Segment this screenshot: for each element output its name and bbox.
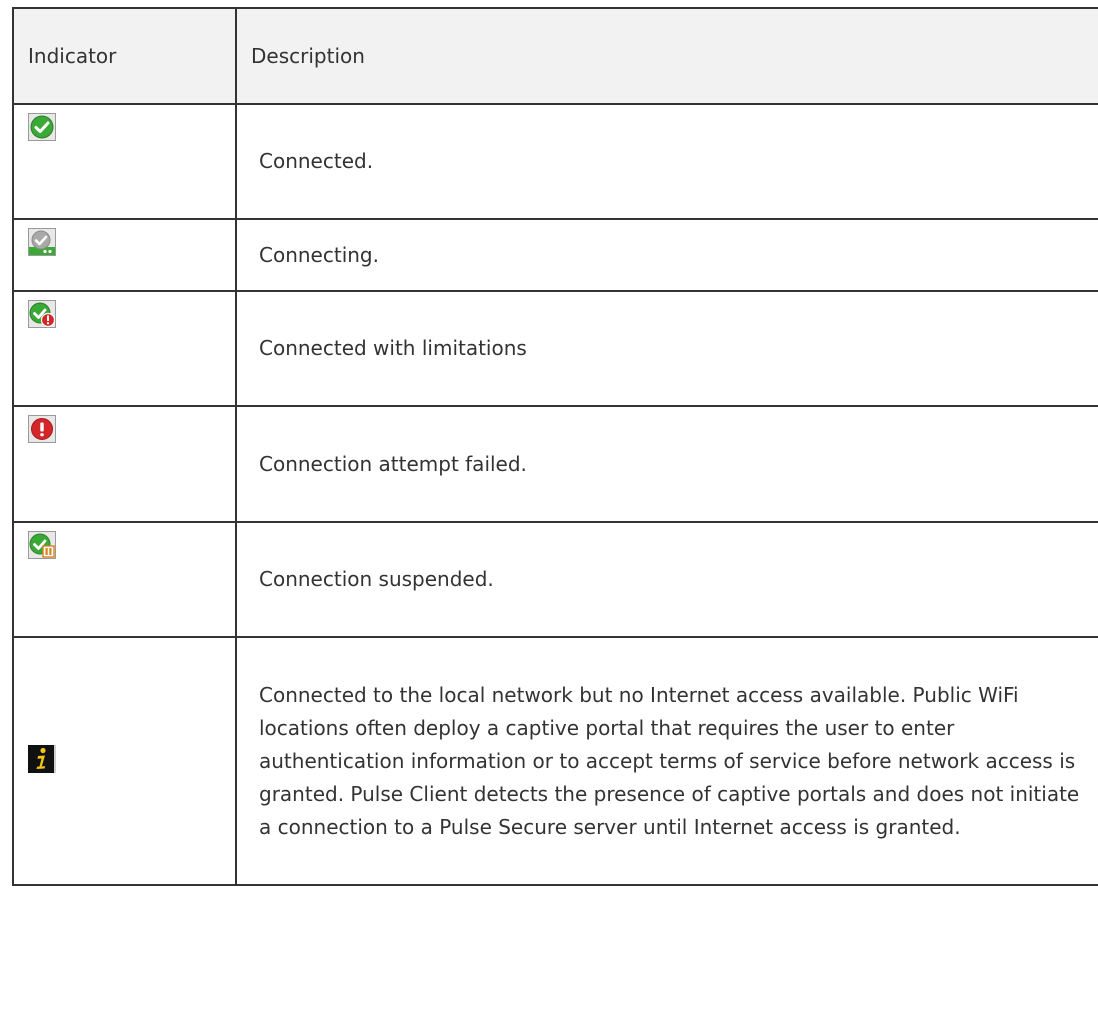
description-cell: Connection suspended. (235, 521, 1098, 638)
indicator-cell (12, 521, 237, 638)
description-cell: Connection attempt failed. (235, 405, 1098, 523)
indicator-cell (12, 405, 237, 523)
header-description: Description (235, 7, 1098, 105)
header-indicator: Indicator (12, 7, 237, 105)
description-cell: Connecting. (235, 218, 1098, 292)
table-row: Connection attempt failed. (12, 405, 1098, 523)
indicator-cell (12, 290, 237, 407)
table-row: Connection suspended. (12, 521, 1098, 638)
table-row: Connecting. (12, 218, 1098, 292)
description-cell: Connected with limitations (235, 290, 1098, 407)
connecting-icon (28, 228, 56, 256)
connection-failed-icon (28, 415, 56, 443)
description-cell: Connected to the local network but no In… (235, 636, 1098, 886)
connection-suspended-icon (28, 531, 56, 559)
table-row: Connected to the local network but no In… (12, 636, 1098, 886)
table-row: Connected. (12, 103, 1098, 220)
connected-limitations-icon (28, 300, 56, 328)
table-row: Connected with limitations (12, 290, 1098, 407)
captive-portal-info-icon (28, 744, 56, 773)
indicator-cell (12, 218, 237, 292)
table-header-row: Indicator Description (12, 7, 1098, 105)
indicator-cell (12, 103, 237, 220)
status-indicator-table: Indicator Description Connected. Connect… (12, 7, 1098, 886)
description-cell: Connected. (235, 103, 1098, 220)
indicator-cell (12, 636, 237, 886)
connected-check-icon (28, 113, 56, 141)
